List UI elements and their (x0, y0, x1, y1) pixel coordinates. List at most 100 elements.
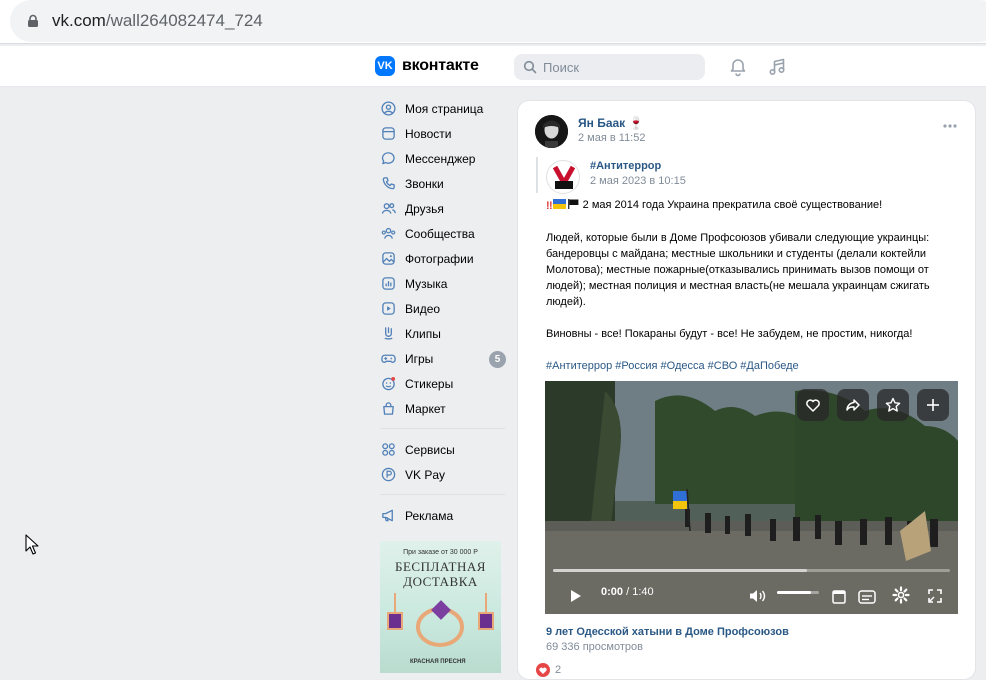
heart-filled-icon (536, 663, 550, 677)
sidebar-item-label: Звонки (405, 176, 444, 191)
sidebar-item-vkpay[interactable]: VK Pay (380, 462, 510, 487)
sidebar-item-calls[interactable]: Звонки (380, 171, 510, 196)
jewelry-image (387, 593, 494, 647)
search-icon (523, 60, 537, 74)
vk-logo[interactable]: VK вконтакте (375, 56, 479, 76)
sidebar-item-market[interactable]: Маркет (380, 396, 510, 421)
mouse-cursor-icon (25, 534, 39, 555)
vkpay-icon (380, 467, 396, 483)
sidebar-divider (380, 428, 505, 429)
miniplayer-icon[interactable] (832, 585, 846, 609)
url-path: /wall264082474_724 (105, 11, 263, 30)
bell-icon[interactable] (728, 57, 748, 77)
ad-line1: При заказе от 30 000 Р (403, 549, 478, 556)
game-icon (380, 351, 396, 367)
volume-slider[interactable] (777, 591, 819, 594)
sidebar-item-services[interactable]: Сервисы (380, 437, 510, 462)
music-icon[interactable] (767, 57, 787, 77)
sidebar-item-my-page[interactable]: Моя страница (380, 96, 510, 121)
sidebar-item-messenger[interactable]: Мессенджер (380, 146, 510, 171)
sidebar-item-stickers[interactable]: Стикеры (380, 371, 510, 396)
sidebar-item-ads[interactable]: Реклама (380, 503, 510, 528)
sidebar-item-video[interactable]: Видео (380, 296, 510, 321)
message-icon (380, 151, 396, 167)
avatar-portrait (535, 115, 568, 148)
share-video-button[interactable] (837, 389, 869, 421)
clips-icon (380, 326, 396, 342)
post-likes[interactable]: 2 (536, 663, 561, 677)
author-avatar[interactable] (535, 115, 568, 148)
news-icon (380, 126, 396, 142)
video-progress-bar[interactable] (553, 569, 950, 572)
video-title[interactable]: 9 лет Одесской хатыни в Доме Профсоюзов (546, 626, 789, 638)
sidebar-item-games[interactable]: Игры 5 (380, 346, 510, 371)
repost-source-avatar[interactable] (546, 160, 580, 194)
ad-line3: ДОСТАВКА (403, 574, 478, 589)
search-input[interactable] (543, 58, 693, 76)
video-player[interactable]: 0:00 / 1:40 (545, 381, 958, 614)
sidebar-item-clips[interactable]: Клипы (380, 321, 510, 346)
sidebar-item-communities[interactable]: Сообщества (380, 221, 510, 246)
sidebar-item-label: Фотографии (405, 251, 474, 266)
sidebar-item-friends[interactable]: Друзья (380, 196, 510, 221)
more-options-icon[interactable] (942, 123, 958, 129)
post-hashtags[interactable]: #Антитеррор #Россия #Одесса #СВО #ДаПобе… (546, 358, 956, 374)
sidebar-item-label: Моя страница (405, 101, 484, 116)
wall-post: Ян Баак 🍷 2 мая в 11:52 #Антитеррор 2 ма… (517, 100, 976, 680)
repost-source-name[interactable]: #Антитеррор (590, 160, 661, 172)
games-count-badge: 5 (489, 351, 506, 368)
antiterror-logo-icon (552, 165, 576, 189)
black-flag-icon (567, 199, 579, 209)
video-duration: / 1:40 (626, 586, 654, 598)
exclamation-emoji-icon: ‼ (546, 200, 553, 212)
ukraine-flag-icon (552, 199, 566, 209)
repost-date[interactable]: 2 мая 2023 в 10:15 (590, 175, 686, 187)
music-icon (380, 276, 396, 292)
sidebar-item-label: Реклама (405, 508, 454, 523)
volume-icon[interactable] (748, 584, 768, 608)
vk-logo-mark: VK (375, 56, 395, 76)
friends-icon (380, 201, 396, 217)
post-text-paragraph: Виновны - все! Покараны будут - все! Не … (546, 328, 913, 340)
settings-gear-icon[interactable] (892, 583, 910, 607)
ad-line2: БЕСПЛАТНАЯ (395, 559, 486, 574)
url-text[interactable]: vk.com/wall264082474_724 (52, 11, 263, 31)
url-domain: vk.com (52, 11, 106, 30)
lock-icon[interactable] (26, 14, 40, 28)
plus-icon (927, 399, 939, 411)
post-date[interactable]: 2 мая в 11:52 (578, 132, 645, 144)
sidebar-item-news[interactable]: Новости (380, 121, 510, 146)
likes-count: 2 (555, 664, 562, 676)
left-sidebar: Моя страница Новости Мессенджер Звонки Д… (380, 96, 510, 528)
add-video-button[interactable] (917, 389, 949, 421)
phone-icon (380, 176, 396, 192)
sidebar-item-label: Музыка (405, 276, 448, 291)
communities-icon (380, 226, 396, 242)
search-box[interactable] (514, 54, 705, 80)
like-video-button[interactable] (797, 389, 829, 421)
sidebar-item-photos[interactable]: Фотографии (380, 246, 510, 271)
post-text: ‼ 2 мая 2014 года Украина прекратила своё… (546, 197, 956, 390)
post-text-paragraph: Людей, которые были в Доме Профсоюзов уб… (546, 232, 930, 308)
ad-brand: КРАСНАЯ ПРЕСНЯ (410, 659, 466, 665)
post-text-lead: 2 мая 2014 года Украина прекратила своё … (582, 199, 883, 211)
ad-headline: БЕСПЛАТНАЯ ДОСТАВКА (380, 559, 501, 589)
wine-glass-icon: 🍷 (628, 116, 644, 130)
post-author-name[interactable]: Ян Баак 🍷 (578, 116, 643, 130)
ad-banner[interactable]: При заказе от 30 000 Р БЕСПЛАТНАЯ ДОСТАВК… (380, 541, 501, 673)
subtitles-icon[interactable] (858, 585, 876, 609)
sidebar-item-label: VK Pay (405, 467, 446, 482)
video-icon (380, 301, 396, 317)
play-icon[interactable] (569, 584, 583, 608)
sidebar-item-label: Сообщества (405, 226, 475, 241)
bookmark-video-button[interactable] (877, 389, 909, 421)
video-time: 0:00 / 1:40 (601, 586, 654, 598)
volume-level-fill (777, 591, 811, 594)
fullscreen-icon[interactable] (927, 584, 943, 608)
sidebar-item-music[interactable]: Музыка (380, 271, 510, 296)
user-circle-icon (380, 101, 396, 117)
video-buffered-fill (553, 569, 808, 572)
sidebar-item-label: Мессенджер (405, 151, 476, 166)
browser-address-bar[interactable]: vk.com/wall264082474_724 (0, 0, 986, 44)
author-name-text: Ян Баак (578, 116, 626, 130)
